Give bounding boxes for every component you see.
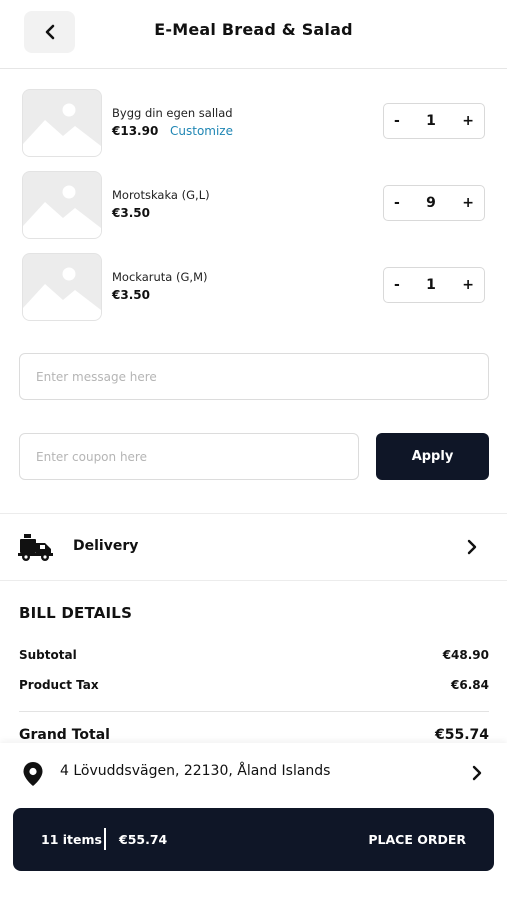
place-order-label: PLACE ORDER — [368, 832, 466, 847]
quantity-stepper: - 1 + — [383, 267, 485, 303]
grand-total-label: Grand Total — [19, 727, 110, 743]
subtotal-label: Subtotal — [19, 648, 77, 662]
image-placeholder-icon — [23, 90, 101, 156]
bill-details-title: BILL DETAILS — [19, 604, 133, 622]
order-separator — [104, 828, 106, 850]
increment-button[interactable]: + — [462, 113, 474, 129]
chevron-right-icon — [467, 539, 477, 555]
customize-link[interactable]: Customize — [170, 124, 233, 138]
image-placeholder-icon — [23, 254, 101, 320]
delivery-truck-icon — [18, 534, 53, 561]
address-row[interactable]: 4 Lövuddsvägen, 22130, Åland Islands — [0, 743, 507, 801]
tax-label: Product Tax — [19, 678, 99, 692]
decrement-button[interactable]: - — [394, 277, 400, 293]
item-name: Morotskaka (G,L) — [112, 188, 210, 202]
delivery-label: Delivery — [73, 538, 139, 554]
coupon-input[interactable] — [19, 433, 359, 480]
quantity-value: 1 — [426, 277, 436, 293]
page-title: E-Meal Bread & Salad — [154, 20, 353, 39]
item-image-placeholder — [22, 89, 102, 157]
cart-item: Morotskaka (G,L) €3.50 - 9 + — [0, 171, 507, 243]
quantity-stepper: - 1 + — [383, 103, 485, 139]
quantity-stepper: - 9 + — [383, 185, 485, 221]
header: E-Meal Bread & Salad — [0, 0, 507, 69]
message-input[interactable] — [19, 353, 489, 400]
item-image-placeholder — [22, 253, 102, 321]
delivery-option[interactable]: Delivery — [0, 513, 507, 581]
back-button[interactable] — [24, 11, 75, 53]
increment-button[interactable]: + — [462, 277, 474, 293]
cart-item: Bygg din egen sallad €13.90 Customize - … — [0, 89, 507, 161]
apply-coupon-button[interactable]: Apply — [376, 433, 489, 480]
order-total: €55.74 — [119, 832, 168, 847]
item-image-placeholder — [22, 171, 102, 239]
location-pin-icon — [23, 762, 43, 786]
increment-button[interactable]: + — [462, 195, 474, 211]
item-name: Bygg din egen sallad — [112, 106, 233, 120]
decrement-button[interactable]: - — [394, 195, 400, 211]
tax-value: €6.84 — [451, 678, 489, 692]
delivery-address: 4 Lövuddsvägen, 22130, Åland Islands — [60, 763, 331, 779]
item-name: Mockaruta (G,M) — [112, 270, 208, 284]
item-price: €3.50 — [112, 288, 150, 302]
chevron-left-icon — [45, 24, 54, 40]
checkout-sheet: 4 Lövuddsvägen, 22130, Åland Islands 11 … — [0, 743, 507, 900]
chevron-right-icon — [472, 765, 482, 781]
item-price: €13.90 — [112, 124, 159, 138]
decrement-button[interactable]: - — [394, 113, 400, 129]
image-placeholder-icon — [23, 172, 101, 238]
subtotal-value: €48.90 — [442, 648, 489, 662]
place-order-button[interactable]: 11 items €55.74 PLACE ORDER — [13, 808, 494, 871]
quantity-value: 9 — [426, 195, 436, 211]
cart-item: Mockaruta (G,M) €3.50 - 1 + — [0, 253, 507, 325]
quantity-value: 1 — [426, 113, 436, 129]
grand-total-value: €55.74 — [434, 727, 489, 743]
bill-divider — [19, 711, 489, 712]
order-item-count: 11 items — [41, 832, 102, 847]
item-price: €3.50 — [112, 206, 150, 220]
